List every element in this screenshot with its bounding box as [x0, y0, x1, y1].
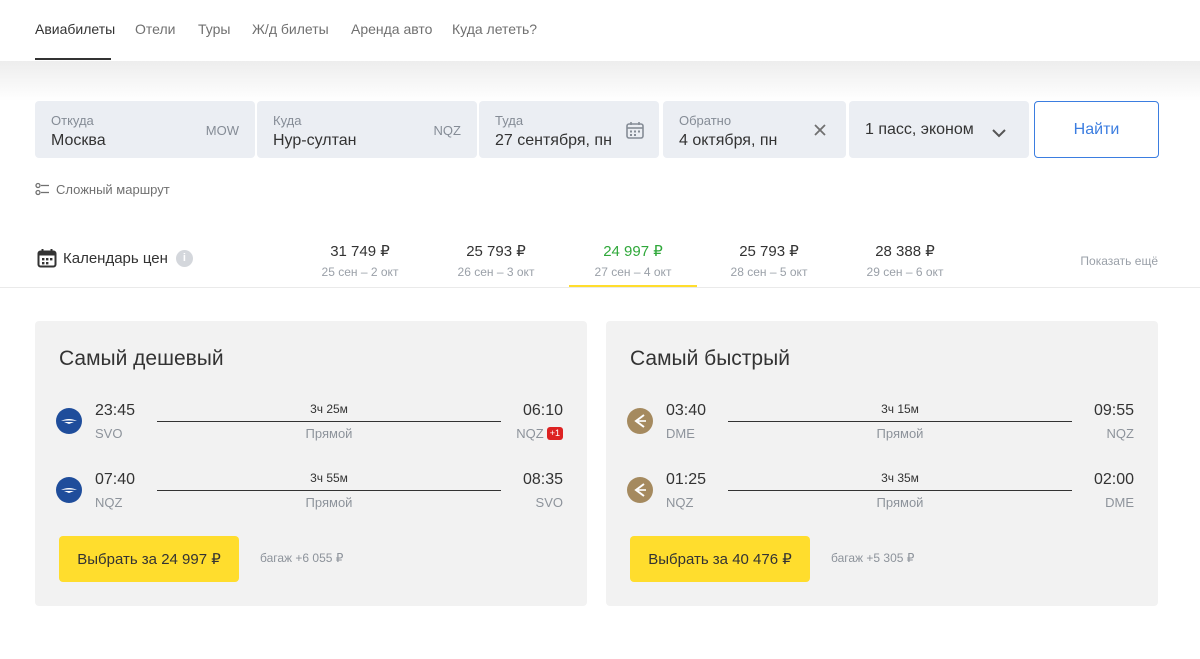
return-date-field[interactable]: Обратно 4 октября, пн: [663, 101, 846, 158]
arrival-airport: NQZ: [1106, 426, 1134, 441]
calendar-dates: 25 сен – 2 окт: [321, 265, 399, 279]
chevron-down-icon[interactable]: [989, 123, 1009, 143]
price-calendar-title[interactable]: Календарь цен i: [37, 248, 193, 268]
price-calendar-item[interactable]: 28 388 ₽ 29 сен – 6 окт: [841, 240, 969, 287]
tab-flights[interactable]: Авиабилеты: [35, 21, 115, 37]
baggage-price: багаж +5 305 ₽: [831, 551, 915, 565]
flight-duration: 3ч 55м: [310, 471, 348, 485]
arrival-airport: SVO: [535, 495, 563, 510]
depart-date-field[interactable]: Туда 27 сентября, пн: [479, 101, 659, 158]
complex-route-label[interactable]: Сложный маршрут: [56, 182, 170, 197]
arrival-airport: NQZ: [516, 426, 544, 441]
select-offer-button[interactable]: Выбрать за 40 476 ₽: [630, 536, 810, 582]
calendar-price: 25 793 ₽: [466, 243, 526, 260]
calendar-dates: 29 сен – 6 окт: [866, 265, 944, 279]
calendar-icon: [37, 249, 57, 268]
flight-duration: 3ч 25м: [310, 402, 348, 416]
from-label: Откуда: [51, 113, 94, 128]
aeroflot-logo-icon: [56, 408, 82, 434]
tab-tours[interactable]: Туры: [198, 21, 230, 37]
baggage-price: багаж +6 055 ₽: [260, 551, 344, 565]
active-tab-indicator: [35, 58, 111, 60]
calendar-price: 28 388 ₽: [875, 243, 935, 260]
search-button[interactable]: Найти: [1034, 101, 1159, 158]
route-line: [728, 421, 1072, 422]
calendar-icon[interactable]: [625, 120, 645, 140]
fastest-offer-card[interactable]: Самый быстрый 03:40 DME 3ч 15м Прямой 09…: [606, 321, 1158, 606]
card-title: Самый дешевый: [59, 347, 224, 370]
arrival-time: 08:35: [522, 471, 563, 488]
price-calendar-item[interactable]: 25 793 ₽ 28 сен – 5 окт: [705, 240, 833, 287]
departure-time: 03:40: [666, 402, 707, 419]
depart-label: Туда: [495, 113, 524, 128]
header-shadow: [0, 61, 1200, 101]
departure-airport: NQZ: [95, 495, 123, 510]
card-title: Самый быстрый: [630, 347, 790, 370]
return-label: Обратно: [679, 113, 732, 128]
to-field[interactable]: Куда Нур-султан NQZ: [257, 101, 477, 158]
cheapest-offer-card[interactable]: Самый дешевый 23:45 SVO 3ч 25м Прямой 06…: [35, 321, 587, 606]
to-value[interactable]: Нур-султан: [273, 132, 356, 150]
complex-route-link[interactable]: Сложный маршрут: [35, 181, 170, 197]
tab-car-rental[interactable]: Аренда авто: [351, 21, 432, 37]
from-field[interactable]: Откуда Москва MOW: [35, 101, 255, 158]
flight-duration: 3ч 15м: [881, 402, 919, 416]
arrival-airport: DME: [1105, 495, 1134, 510]
price-calendar-item[interactable]: 31 749 ₽ 25 сен – 2 окт: [296, 240, 424, 287]
stops-info: Прямой: [876, 426, 924, 441]
clear-icon[interactable]: [810, 120, 830, 140]
aeroflot-logo-icon: [56, 477, 82, 503]
s7-logo-icon: [627, 477, 653, 503]
arrival-time: 09:55: [1093, 402, 1134, 419]
departure-time: 07:40: [95, 471, 136, 488]
departure-time: 01:25: [666, 471, 707, 488]
info-icon[interactable]: i: [175, 249, 193, 267]
price-calendar-item[interactable]: 25 793 ₽ 26 сен – 3 окт: [432, 240, 560, 287]
select-offer-button[interactable]: Выбрать за 24 997 ₽: [59, 536, 239, 582]
depart-value[interactable]: 27 сентября, пн: [495, 132, 612, 150]
calendar-dates: 27 сен – 4 окт: [594, 265, 672, 279]
divider: [0, 287, 1200, 288]
arrival-time: 02:00: [1093, 471, 1134, 488]
calendar-price: 31 749 ₽: [330, 243, 390, 260]
passengers-value[interactable]: 1 пасс, эконом: [865, 121, 974, 139]
to-label: Куда: [273, 113, 302, 128]
tab-trains[interactable]: Ж/д билеты: [252, 21, 329, 37]
calendar-dates: 28 сен – 5 окт: [730, 265, 808, 279]
flight-segment[interactable]: 23:45 SVO 3ч 25м Прямой 06:10 NQZ +1: [35, 400, 587, 450]
route-icon: [35, 182, 49, 196]
price-calendar-label: Календарь цен: [63, 249, 168, 267]
route-line: [728, 490, 1072, 491]
to-code: NQZ: [433, 123, 461, 138]
show-more-link[interactable]: Показать ещё: [1080, 254, 1158, 268]
calendar-dates: 26 сен – 3 окт: [457, 265, 535, 279]
calendar-price: 25 793 ₽: [739, 243, 799, 260]
flight-segment[interactable]: 07:40 NQZ 3ч 55м Прямой 08:35 SVO: [35, 469, 587, 519]
from-code: MOW: [205, 123, 239, 138]
arrival-airport-wrap: NQZ +1: [516, 426, 563, 441]
from-value[interactable]: Москва: [51, 132, 106, 150]
departure-time: 23:45: [95, 402, 136, 419]
flight-segment[interactable]: 03:40 DME 3ч 15м Прямой 09:55 NQZ: [606, 400, 1158, 450]
calendar-price: 24 997 ₽: [603, 243, 663, 260]
flight-duration: 3ч 35м: [881, 471, 919, 485]
passengers-field[interactable]: 1 пасс, эконом: [849, 101, 1029, 158]
top-nav: Авиабилеты Отели Туры Ж/д билеты Аренда …: [0, 0, 1200, 61]
price-calendar-item-selected[interactable]: 24 997 ₽ 27 сен – 4 окт: [569, 240, 697, 287]
tab-where-to-fly[interactable]: Куда лететь?: [452, 21, 537, 37]
route-line: [157, 421, 501, 422]
return-value[interactable]: 4 октября, пн: [679, 132, 777, 150]
stops-info: Прямой: [305, 426, 353, 441]
stops-info: Прямой: [305, 495, 353, 510]
route-line: [157, 490, 501, 491]
departure-airport: DME: [666, 426, 695, 441]
s7-logo-icon: [627, 408, 653, 434]
arrival-time: 06:10: [522, 402, 563, 419]
tab-hotels[interactable]: Отели: [135, 21, 175, 37]
flight-segment[interactable]: 01:25 NQZ 3ч 35м Прямой 02:00 DME: [606, 469, 1158, 519]
stops-info: Прямой: [876, 495, 924, 510]
departure-airport: SVO: [95, 426, 123, 441]
next-day-badge: +1: [546, 427, 563, 440]
departure-airport: NQZ: [666, 495, 694, 510]
